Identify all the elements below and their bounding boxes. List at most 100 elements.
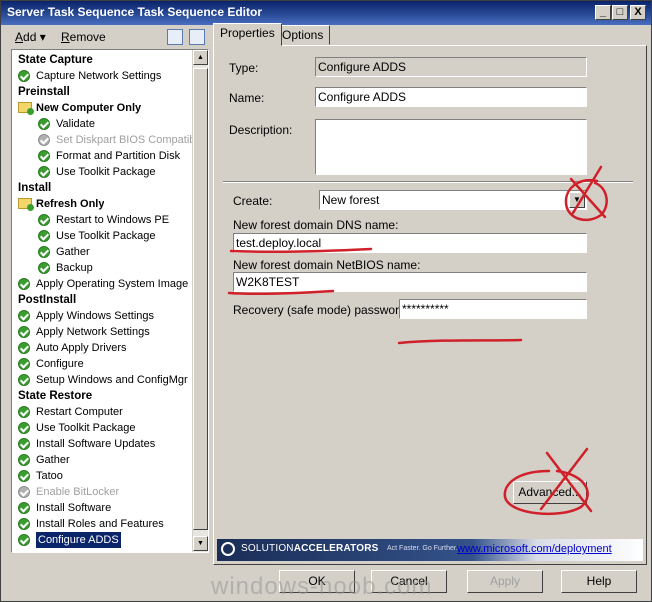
- move-up-icon[interactable]: [167, 29, 183, 45]
- check-icon: [18, 502, 30, 514]
- tree-step[interactable]: Restart to Windows PE: [14, 212, 194, 228]
- tree-item-label: Configure ADDS: [36, 532, 121, 548]
- tree-scrollbar[interactable]: ▲ ▼: [192, 50, 208, 552]
- tree-item-label: Gather: [56, 246, 90, 258]
- tree-item-label: State Restore: [18, 390, 93, 402]
- tree-item-label: New Computer Only: [36, 102, 142, 114]
- tree-step[interactable]: Install Software Updates: [14, 436, 194, 452]
- tree-item-label: Backup: [56, 262, 93, 274]
- check-icon: [18, 438, 30, 450]
- tree-step[interactable]: Install Software: [14, 500, 194, 516]
- tree-step[interactable]: Apply Network Settings: [14, 324, 194, 340]
- tree-item-label: PostInstall: [18, 294, 77, 306]
- banner-brand: SOLUTIONACCELERATORS: [241, 543, 379, 554]
- tree-item-label: Gather: [36, 454, 70, 466]
- chevron-down-icon[interactable]: ▼: [569, 192, 585, 208]
- description-input[interactable]: [315, 119, 587, 175]
- check-icon: [38, 214, 50, 226]
- tree-group[interactable]: PostInstall: [14, 292, 194, 308]
- minimize-button[interactable]: _: [595, 5, 611, 20]
- scroll-thumb[interactable]: [193, 68, 208, 530]
- folder-icon: [18, 102, 34, 115]
- type-value: Configure ADDS: [315, 57, 587, 77]
- solution-accelerators-banner: SOLUTIONACCELERATORS Act Faster. Go Furt…: [217, 539, 643, 561]
- tree-step[interactable]: Set Diskpart BIOS Compatibi: [14, 132, 194, 148]
- tree-toolbar: Add ▾ Remove: [5, 27, 209, 49]
- add-menu-button[interactable]: Add ▾: [11, 29, 50, 47]
- netbios-label: New forest domain NetBIOS name:: [233, 258, 421, 272]
- tree-step[interactable]: Backup: [14, 260, 194, 276]
- tree-step[interactable]: Enable BitLocker: [14, 484, 194, 500]
- tree-item-label: Apply Operating System Image: [36, 278, 189, 290]
- tree-step[interactable]: Tatoo: [14, 468, 194, 484]
- tree-step[interactable]: Configure ADDS: [14, 532, 194, 548]
- remove-button[interactable]: Remove: [57, 29, 110, 47]
- netbios-name-input[interactable]: W2K8TEST: [233, 272, 587, 292]
- tree-step[interactable]: Restart Computer: [14, 404, 194, 420]
- scroll-up-icon[interactable]: ▲: [193, 50, 208, 65]
- tree-step[interactable]: Gather: [14, 244, 194, 260]
- tree-item-label: Set Diskpart BIOS Compatibi: [56, 134, 192, 146]
- move-down-icon[interactable]: [189, 29, 205, 45]
- tree-item-label: Install Software: [36, 502, 112, 514]
- check-icon: [18, 310, 30, 322]
- tab-options[interactable]: Options: [275, 25, 331, 45]
- check-icon: [18, 518, 30, 530]
- name-input[interactable]: Configure ADDS: [315, 87, 587, 107]
- check-icon: [38, 246, 50, 258]
- disabled-step-icon: [18, 486, 30, 498]
- tree-group[interactable]: State Capture: [14, 52, 194, 68]
- task-sequence-pane: Add ▾ Remove State Capture Capture Networ…: [5, 27, 209, 553]
- title-bar: Server Task Sequence Task Sequence Edito…: [1, 1, 651, 25]
- tree-item-label: Install Roles and Features: [36, 518, 164, 530]
- tree-step[interactable]: Validate: [14, 116, 194, 132]
- remove-label-rest: emove: [69, 30, 106, 44]
- tree-item-label: Use Toolkit Package: [56, 230, 156, 242]
- scroll-down-icon[interactable]: ▼: [193, 536, 208, 551]
- deployment-link[interactable]: www.microsoft.com/deployment: [457, 543, 612, 555]
- tree-item-label: Preinstall: [18, 86, 70, 98]
- apply-button[interactable]: Apply: [467, 570, 543, 593]
- tab-properties[interactable]: Properties: [213, 23, 282, 46]
- tree-step[interactable]: Setup Windows and ConfigMgr: [14, 372, 194, 388]
- task-sequence-tree[interactable]: State Capture Capture Network Settings Pre…: [11, 49, 209, 553]
- check-icon: [18, 70, 30, 82]
- recovery-password-input[interactable]: **********: [399, 299, 587, 319]
- tree-step[interactable]: Apply Operating System Image: [14, 276, 194, 292]
- tree-item-label: Configure: [36, 358, 84, 370]
- task-sequence-editor-window: Server Task Sequence Task Sequence Edito…: [0, 0, 652, 602]
- tree-step[interactable]: Apply Windows Settings: [14, 308, 194, 324]
- tree-step[interactable]: Format and Partition Disk: [14, 148, 194, 164]
- section-divider: [223, 181, 633, 183]
- banner-tagline: Act Faster. Go Further.: [387, 545, 458, 552]
- brand-bold: ACCELERATORS: [293, 543, 379, 554]
- tree-step[interactable]: Auto Apply Drivers: [14, 340, 194, 356]
- tree-folder[interactable]: Refresh Only: [14, 196, 194, 212]
- tree-step[interactable]: Use Toolkit Package: [14, 228, 194, 244]
- tree-group[interactable]: Preinstall: [14, 84, 194, 100]
- description-label: Description:: [229, 123, 293, 137]
- tree-step[interactable]: Use Toolkit Package: [14, 164, 194, 180]
- check-icon: [38, 150, 50, 162]
- tree-step[interactable]: Install Roles and Features: [14, 516, 194, 532]
- advanced-button[interactable]: Advanced...: [513, 481, 587, 504]
- tree-item-label: Apply Windows Settings: [36, 310, 154, 322]
- tree-step[interactable]: Gather: [14, 452, 194, 468]
- disabled-step-icon: [38, 134, 50, 146]
- tree-group[interactable]: Install: [14, 180, 194, 196]
- check-icon: [38, 118, 50, 130]
- tree-step[interactable]: Configure: [14, 356, 194, 372]
- tree-folder[interactable]: New Computer Only: [14, 100, 194, 116]
- tree-step[interactable]: Use Toolkit Package: [14, 420, 194, 436]
- maximize-button[interactable]: □: [612, 5, 628, 20]
- tree-step[interactable]: Capture Network Settings: [14, 68, 194, 84]
- tree-item-label: Validate: [56, 118, 95, 130]
- create-select[interactable]: New forest ▼: [319, 190, 587, 210]
- add-accel: A: [15, 30, 24, 44]
- tree-item-label: Setup Windows and ConfigMgr: [36, 374, 188, 386]
- close-button[interactable]: X: [630, 5, 646, 20]
- dns-name-input[interactable]: test.deploy.local: [233, 233, 587, 253]
- help-button[interactable]: Help: [561, 570, 637, 593]
- tree-group[interactable]: State Restore: [14, 388, 194, 404]
- brand-light: SOLUTION: [241, 543, 294, 554]
